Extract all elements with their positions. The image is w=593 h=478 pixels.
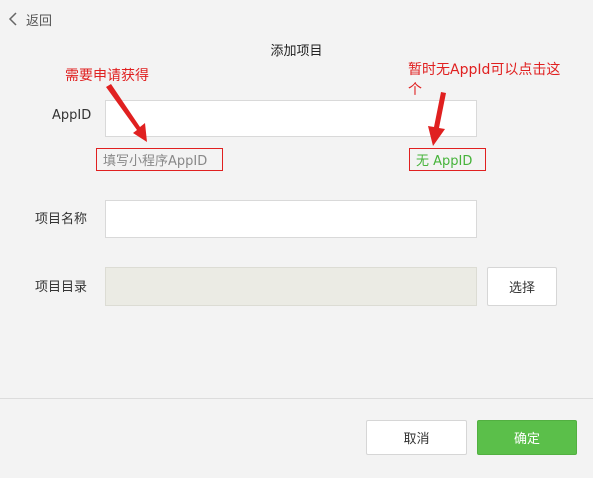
annotation-left: 需要申请获得: [65, 68, 149, 84]
annotation-right-line2: 个: [408, 82, 422, 98]
dir-label: 项目目录: [35, 280, 88, 295]
footer-divider: [0, 398, 593, 399]
project-dir-input: [105, 267, 477, 306]
appid-label: AppID: [52, 108, 92, 123]
back-label: 返回: [26, 13, 53, 29]
confirm-button[interactable]: 确定: [477, 420, 577, 455]
chevron-left-icon: [8, 12, 17, 26]
back-button[interactable]: 返回: [6, 8, 52, 30]
cancel-button[interactable]: 取消: [366, 420, 467, 455]
project-name-input[interactable]: [105, 200, 477, 238]
annotation-right-line1: 暂时无AppId可以点击这: [408, 62, 561, 78]
name-label: 项目名称: [35, 212, 88, 227]
choose-button[interactable]: 选择: [487, 267, 557, 306]
no-appid-link[interactable]: 无 AppID: [409, 148, 486, 171]
appid-hint: 填写小程序AppID: [96, 148, 223, 171]
page-title: 添加项目: [270, 44, 323, 59]
appid-input[interactable]: [105, 100, 477, 137]
